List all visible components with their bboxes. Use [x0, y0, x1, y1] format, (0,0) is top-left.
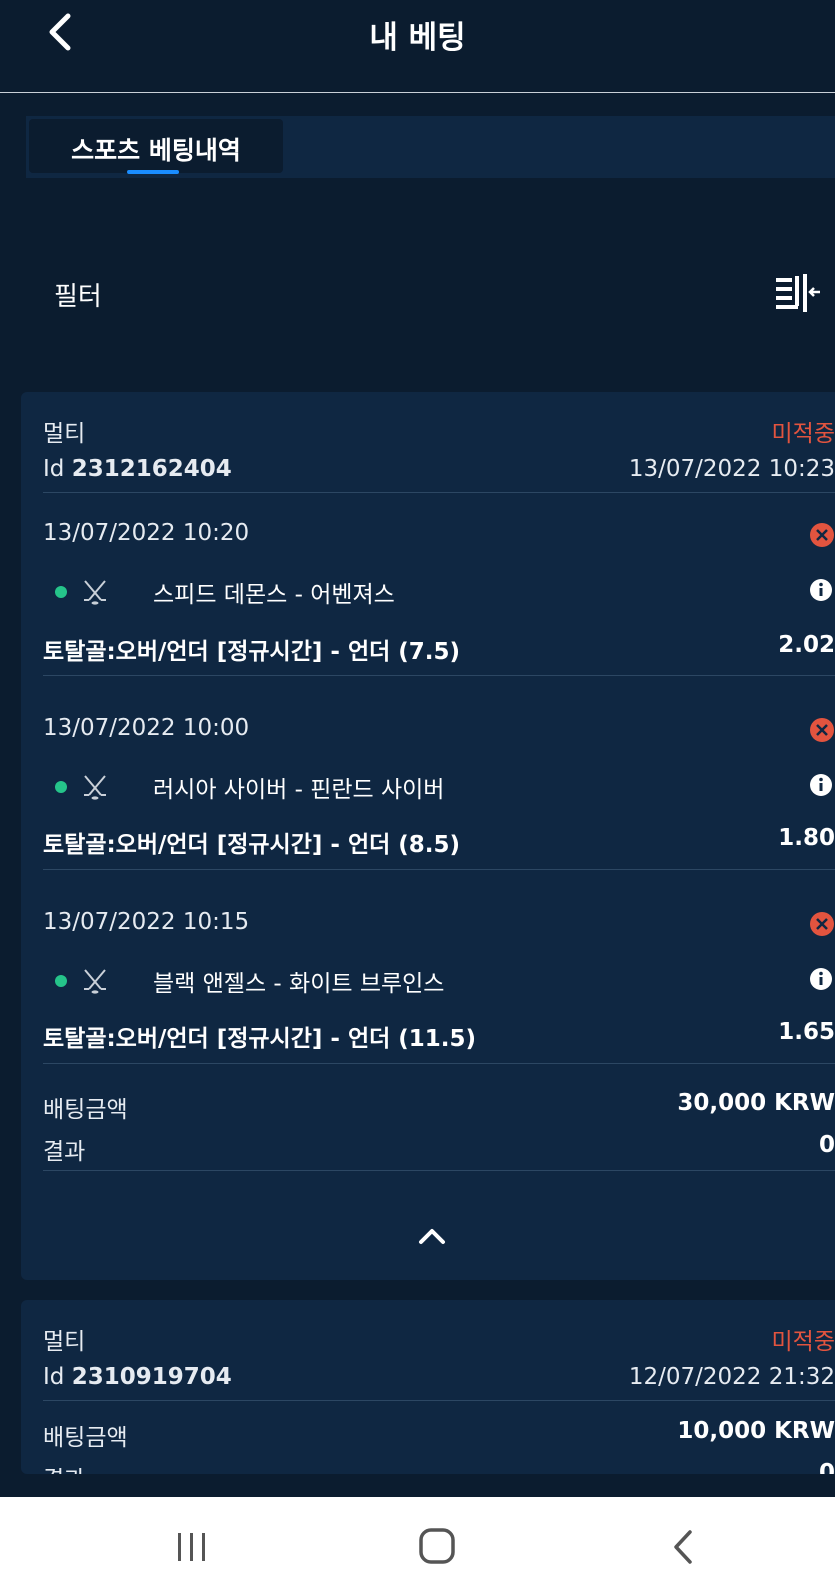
system-navigation-bar	[0, 1497, 835, 1596]
divider	[43, 869, 835, 870]
selection-teams: 블랙 앤젤스 - 화이트 브루인스	[153, 971, 445, 997]
back-icon[interactable]	[670, 1529, 696, 1565]
selection-item: 13/07/2022 10:00 러시아 사이버 - 핀란드 사이버 토탈골:오…	[43, 715, 835, 865]
tab-active-indicator	[127, 170, 179, 174]
result-value: 0	[818, 1132, 835, 1158]
bet-id-label: Id	[43, 1364, 65, 1390]
tab-label: 스포츠 베팅내역	[71, 136, 241, 165]
selection-market: 토탈골:오버/언더 [정규시간] - 언더 (7.5)	[43, 639, 461, 665]
result-label: 결과	[43, 1460, 85, 1474]
live-dot	[55, 975, 67, 987]
bet-status: 미적중	[771, 421, 835, 447]
stake-value: 30,000 KRW	[677, 1090, 835, 1116]
live-dot	[55, 586, 67, 598]
selection-item: 13/07/2022 10:20 스피드 데몬스 - 어벤져스 토탈골:오버/언…	[43, 520, 835, 670]
tab-sports-bet-history[interactable]: 스포츠 베팅내역	[29, 119, 283, 174]
page-title: 내 베팅	[369, 20, 466, 56]
selection-market: 토탈골:오버/언더 [정규시간] - 언더 (8.5)	[43, 832, 461, 858]
selection-odds: 1.80	[778, 825, 835, 851]
divider	[43, 1063, 835, 1064]
bet-header-row: 멀티 미적중	[43, 1322, 835, 1355]
chevron-up-icon[interactable]	[416, 1224, 448, 1248]
selection-teams: 러시아 사이버 - 핀란드 사이버	[153, 777, 445, 803]
bet-status: 미적중	[771, 1329, 835, 1355]
ice-hockey-icon	[84, 969, 106, 994]
stake-label: 배팅금액	[43, 1425, 128, 1451]
selection-time: 13/07/2022 10:15	[43, 909, 250, 935]
selection-time: 13/07/2022 10:00	[43, 715, 250, 741]
divider	[43, 1400, 835, 1401]
filter-collapse-icon[interactable]	[776, 274, 824, 316]
live-dot	[55, 781, 67, 793]
selection-time: 13/07/2022 10:20	[43, 520, 250, 546]
divider	[43, 675, 835, 676]
home-icon[interactable]	[418, 1527, 456, 1565]
bet-type: 멀티	[43, 1329, 86, 1355]
app-header: 내 베팅	[0, 0, 835, 93]
selection-teams: 스피드 데몬스 - 어벤져스	[153, 582, 395, 608]
divider	[43, 492, 835, 493]
bet-card[interactable]: 멀티 미적중 Id 2312162404 13/07/2022 10:23 13…	[21, 392, 835, 1280]
result-row: 결과 0	[43, 1132, 835, 1165]
lost-x-icon	[810, 912, 834, 936]
result-row: 결과 0	[43, 1460, 835, 1474]
bet-id-row: Id 2310919704 12/07/2022 21:32	[43, 1364, 835, 1394]
info-icon[interactable]	[809, 773, 833, 797]
bet-id: Id 2310919704	[43, 1364, 232, 1390]
bet-type: 멀티	[43, 421, 86, 447]
bet-card[interactable]: 멀티 미적중 Id 2310919704 12/07/2022 21:32 배팅…	[21, 1300, 835, 1474]
stake-row: 배팅금액 10,000 KRW	[43, 1418, 835, 1451]
stake-label: 배팅금액	[43, 1097, 128, 1123]
lost-x-icon	[810, 523, 834, 547]
recents-icon[interactable]	[174, 1529, 210, 1565]
selection-odds: 2.02	[778, 632, 835, 658]
stake-row: 배팅금액 30,000 KRW	[43, 1090, 835, 1123]
bet-placed-time: 13/07/2022 10:23	[628, 456, 835, 482]
bet-header-row: 멀티 미적중	[43, 414, 835, 447]
bet-id-value: 2312162404	[71, 456, 232, 482]
bet-id-row: Id 2312162404 13/07/2022 10:23	[43, 456, 835, 486]
selection-item: 13/07/2022 10:15 블랙 앤젤스 - 화이트 브루인스 토탈골:오…	[43, 909, 835, 1059]
tab-bar: 스포츠 베팅내역	[26, 116, 835, 178]
bet-placed-time: 12/07/2022 21:32	[628, 1364, 835, 1390]
info-icon[interactable]	[809, 578, 833, 602]
bet-id: Id 2312162404	[43, 456, 232, 482]
selection-market: 토탈골:오버/언더 [정규시간] - 언더 (11.5)	[43, 1026, 477, 1052]
info-icon[interactable]	[809, 967, 833, 991]
bet-id-value: 2310919704	[71, 1364, 232, 1390]
ice-hockey-icon	[84, 580, 106, 605]
stake-value: 10,000 KRW	[677, 1418, 835, 1444]
ice-hockey-icon	[84, 775, 106, 800]
divider	[43, 1170, 835, 1171]
selection-odds: 1.65	[778, 1019, 835, 1045]
lost-x-icon	[810, 718, 834, 742]
filter-label: 필터	[54, 282, 102, 312]
bet-id-label: Id	[43, 456, 65, 482]
result-value: 0	[818, 1460, 835, 1474]
result-label: 결과	[43, 1139, 86, 1165]
